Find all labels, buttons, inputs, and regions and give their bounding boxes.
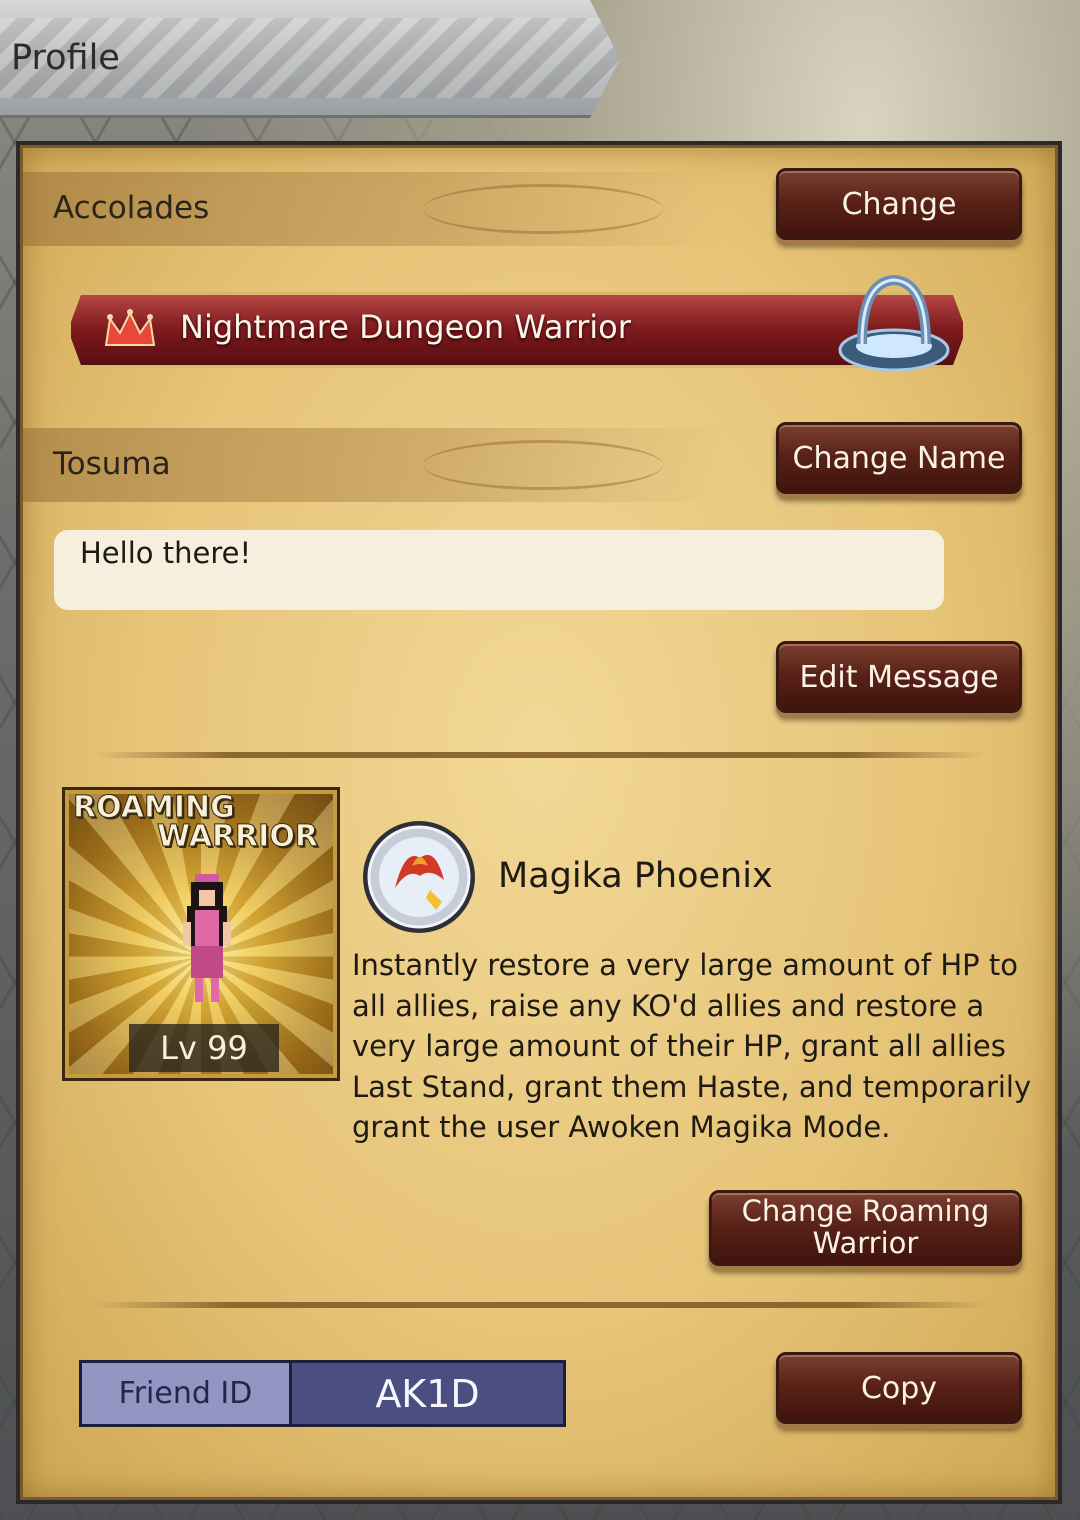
- player-message: Hello there!: [54, 530, 944, 610]
- ability-name: Magika Phoenix: [498, 856, 773, 896]
- accolade-title: Nightmare Dungeon Warrior: [180, 308, 631, 346]
- ability-description: Instantly restore a very large amount of…: [352, 948, 1032, 1144]
- card-title-line2: WARRIOR: [157, 818, 319, 854]
- divider: [95, 1302, 985, 1308]
- page-title: Profile: [11, 38, 120, 78]
- strip-ornament: [423, 440, 663, 490]
- divider: [95, 752, 985, 758]
- edit-message-button[interactable]: Edit Message: [776, 641, 1022, 713]
- warrior-sprite: [183, 874, 231, 1002]
- crown-icon: [104, 309, 156, 346]
- warrior-level: Lv 99: [129, 1024, 279, 1072]
- copy-button[interactable]: Copy: [776, 1352, 1022, 1424]
- friend-id-value: AK1D: [292, 1363, 563, 1424]
- change-name-button[interactable]: Change Name: [776, 422, 1022, 494]
- strip-ornament: [423, 184, 663, 234]
- name-strip: Tosuma: [23, 428, 723, 502]
- portal-icon: [838, 274, 950, 372]
- card-title: ROAMING WARRIOR: [73, 794, 319, 854]
- accolades-strip: Accolades: [23, 172, 723, 246]
- roaming-warrior-card: ROAMING WARRIOR Lv 99: [65, 790, 337, 1078]
- friend-id-box: Friend ID AK1D: [79, 1360, 566, 1427]
- accolades-label: Accolades: [53, 190, 210, 226]
- change-roaming-warrior-button[interactable]: Change Roaming Warrior: [709, 1190, 1022, 1266]
- phoenix-ability-icon: [363, 821, 475, 933]
- change-accolade-button[interactable]: Change: [776, 168, 1022, 240]
- friend-id-label: Friend ID: [82, 1363, 292, 1424]
- player-name: Tosuma: [53, 446, 171, 482]
